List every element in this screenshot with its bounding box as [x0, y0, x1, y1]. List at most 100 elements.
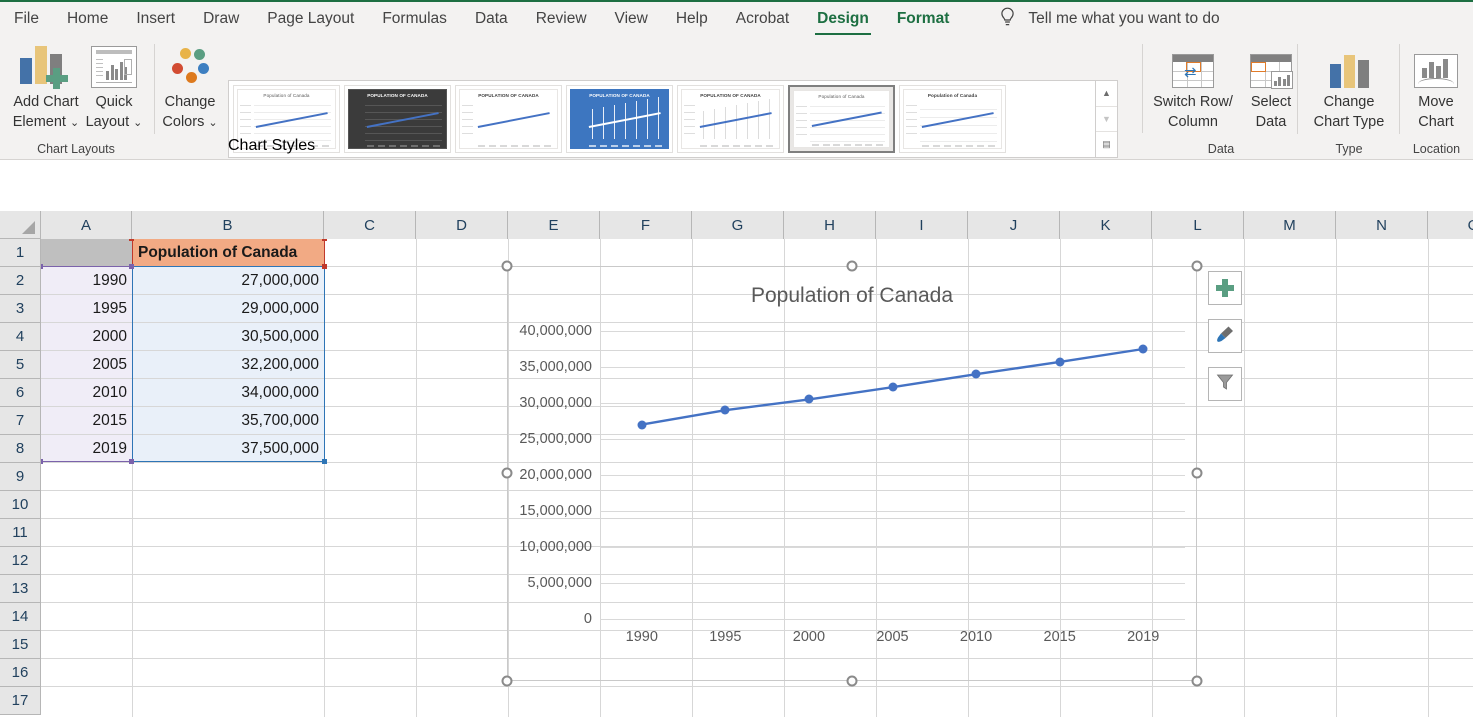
chart-elements-button[interactable] [1208, 271, 1242, 305]
row-header-2[interactable]: 2 [0, 267, 41, 295]
row-header-12[interactable]: 12 [0, 547, 41, 575]
tab-file[interactable]: File [0, 1, 53, 37]
chart-resize-handle-s[interactable] [846, 675, 858, 687]
tab-data[interactable]: Data [461, 1, 522, 37]
cell-a2[interactable]: 1990 [41, 267, 132, 294]
chart-filters-button[interactable] [1208, 367, 1242, 401]
tab-format[interactable]: Format [883, 1, 964, 37]
tab-acrobat[interactable]: Acrobat [722, 1, 803, 37]
column-header-l[interactable]: L [1152, 211, 1244, 239]
chart-data-point[interactable] [888, 382, 897, 392]
tab-review[interactable]: Review [522, 1, 601, 37]
change-colors-button[interactable]: Change Colors ⌄ [150, 42, 230, 133]
row-header-11[interactable]: 11 [0, 519, 41, 547]
chart-resize-handle-se[interactable] [1191, 675, 1203, 687]
row-header-15[interactable]: 15 [0, 631, 41, 659]
chart-series-line[interactable] [600, 331, 1185, 619]
change-chart-type-button[interactable]: Change Chart Type [1300, 42, 1398, 132]
chart-resize-handle-nw[interactable] [501, 260, 513, 272]
chart-styles-button[interactable] [1208, 319, 1242, 353]
cell-a7[interactable]: 2015 [41, 407, 132, 434]
column-header-n[interactable]: N [1336, 211, 1428, 239]
row-header-17[interactable]: 17 [0, 687, 41, 715]
range-handle[interactable] [129, 239, 134, 241]
cell-b6[interactable]: 34,000,000 [133, 379, 324, 406]
column-header-m[interactable]: M [1244, 211, 1336, 239]
column-header-h[interactable]: H [784, 211, 876, 239]
select-data-button[interactable]: Select Data [1240, 42, 1302, 132]
chart-data-point[interactable] [1138, 344, 1148, 354]
chart-resize-handle-e[interactable] [1191, 467, 1203, 479]
row-header-8[interactable]: 8 [0, 435, 41, 463]
row-header-6[interactable]: 6 [0, 379, 41, 407]
column-header-b[interactable]: B [132, 211, 324, 239]
chart-data-point[interactable] [637, 420, 647, 430]
cell-a3[interactable]: 1995 [41, 295, 132, 322]
select-all-button[interactable] [0, 211, 41, 239]
range-handle[interactable] [322, 239, 327, 241]
row-header-4[interactable]: 4 [0, 323, 41, 351]
range-handle[interactable] [41, 459, 43, 464]
cell-a1[interactable] [41, 239, 132, 266]
range-handle[interactable] [322, 459, 327, 464]
chart-resize-handle-w[interactable] [501, 467, 513, 479]
chart-title[interactable]: Population of Canada [507, 284, 1197, 308]
cell-b5[interactable]: 32,200,000 [133, 351, 324, 378]
range-handle[interactable] [322, 264, 327, 269]
cell-b1[interactable]: Population of Canada [133, 239, 324, 266]
chart-data-point[interactable] [1055, 357, 1065, 367]
column-header-c[interactable]: C [324, 211, 416, 239]
chart-plot-area[interactable]: 40,000,000 35,000,000 30,000,000 25,000,… [519, 323, 1185, 645]
gallery-scroll-up-button[interactable]: ▲ [1096, 81, 1117, 107]
column-header-j[interactable]: J [968, 211, 1060, 239]
move-chart-button[interactable]: Move Chart [1392, 42, 1473, 132]
quick-layout-button[interactable]: Quick Layout ⌄ [76, 42, 152, 133]
range-handle[interactable] [41, 264, 43, 269]
tab-draw[interactable]: Draw [189, 1, 253, 37]
gallery-scroll-down-button[interactable]: ▼ [1096, 106, 1117, 133]
tab-view[interactable]: View [601, 1, 662, 37]
row-header-7[interactable]: 7 [0, 407, 41, 435]
tell-me-box[interactable]: Tell me what you want to do [999, 7, 1220, 32]
range-handle[interactable] [129, 459, 134, 464]
cell-a5[interactable]: 2005 [41, 351, 132, 378]
switch-row-column-button[interactable]: ⇄ Switch Row/ Column [1146, 42, 1240, 132]
row-header-1[interactable]: 1 [0, 239, 41, 267]
chart-resize-handle-ne[interactable] [1191, 260, 1203, 272]
tab-help[interactable]: Help [662, 1, 722, 37]
row-header-10[interactable]: 10 [0, 491, 41, 519]
column-header-o[interactable]: O [1428, 211, 1473, 239]
cell-a4[interactable]: 2000 [41, 323, 132, 350]
tab-page-layout[interactable]: Page Layout [253, 1, 368, 37]
tab-design[interactable]: Design [803, 1, 883, 37]
column-header-a[interactable]: A [41, 211, 132, 239]
chart-resize-handle-sw[interactable] [501, 675, 513, 687]
chart-object[interactable]: Population of Canada 40,000,000 35,000,0… [501, 260, 1242, 687]
column-header-g[interactable]: G [692, 211, 784, 239]
tab-insert[interactable]: Insert [122, 1, 189, 37]
tab-home[interactable]: Home [53, 1, 122, 37]
chart-data-point[interactable] [971, 369, 981, 379]
row-header-3[interactable]: 3 [0, 295, 41, 323]
cell-b4[interactable]: 30,500,000 [133, 323, 324, 350]
cell-a6[interactable]: 2010 [41, 379, 132, 406]
chart-data-point[interactable] [804, 394, 814, 404]
column-header-e[interactable]: E [508, 211, 600, 239]
row-header-16[interactable]: 16 [0, 659, 41, 687]
row-header-14[interactable]: 14 [0, 603, 41, 631]
cell-b7[interactable]: 35,700,000 [133, 407, 324, 434]
row-header-5[interactable]: 5 [0, 351, 41, 379]
cell-b8[interactable]: 37,500,000 [133, 435, 324, 462]
tab-formulas[interactable]: Formulas [368, 1, 461, 37]
row-header-9[interactable]: 9 [0, 463, 41, 491]
cell-b2[interactable]: 27,000,000 [133, 267, 324, 294]
column-header-i[interactable]: I [876, 211, 968, 239]
cell-b3[interactable]: 29,000,000 [133, 295, 324, 322]
column-header-k[interactable]: K [1060, 211, 1152, 239]
chart-resize-handle-n[interactable] [846, 260, 858, 272]
row-header-13[interactable]: 13 [0, 575, 41, 603]
column-header-f[interactable]: F [600, 211, 692, 239]
range-handle[interactable] [129, 264, 134, 269]
column-header-d[interactable]: D [416, 211, 508, 239]
chart-data-point[interactable] [720, 405, 730, 415]
